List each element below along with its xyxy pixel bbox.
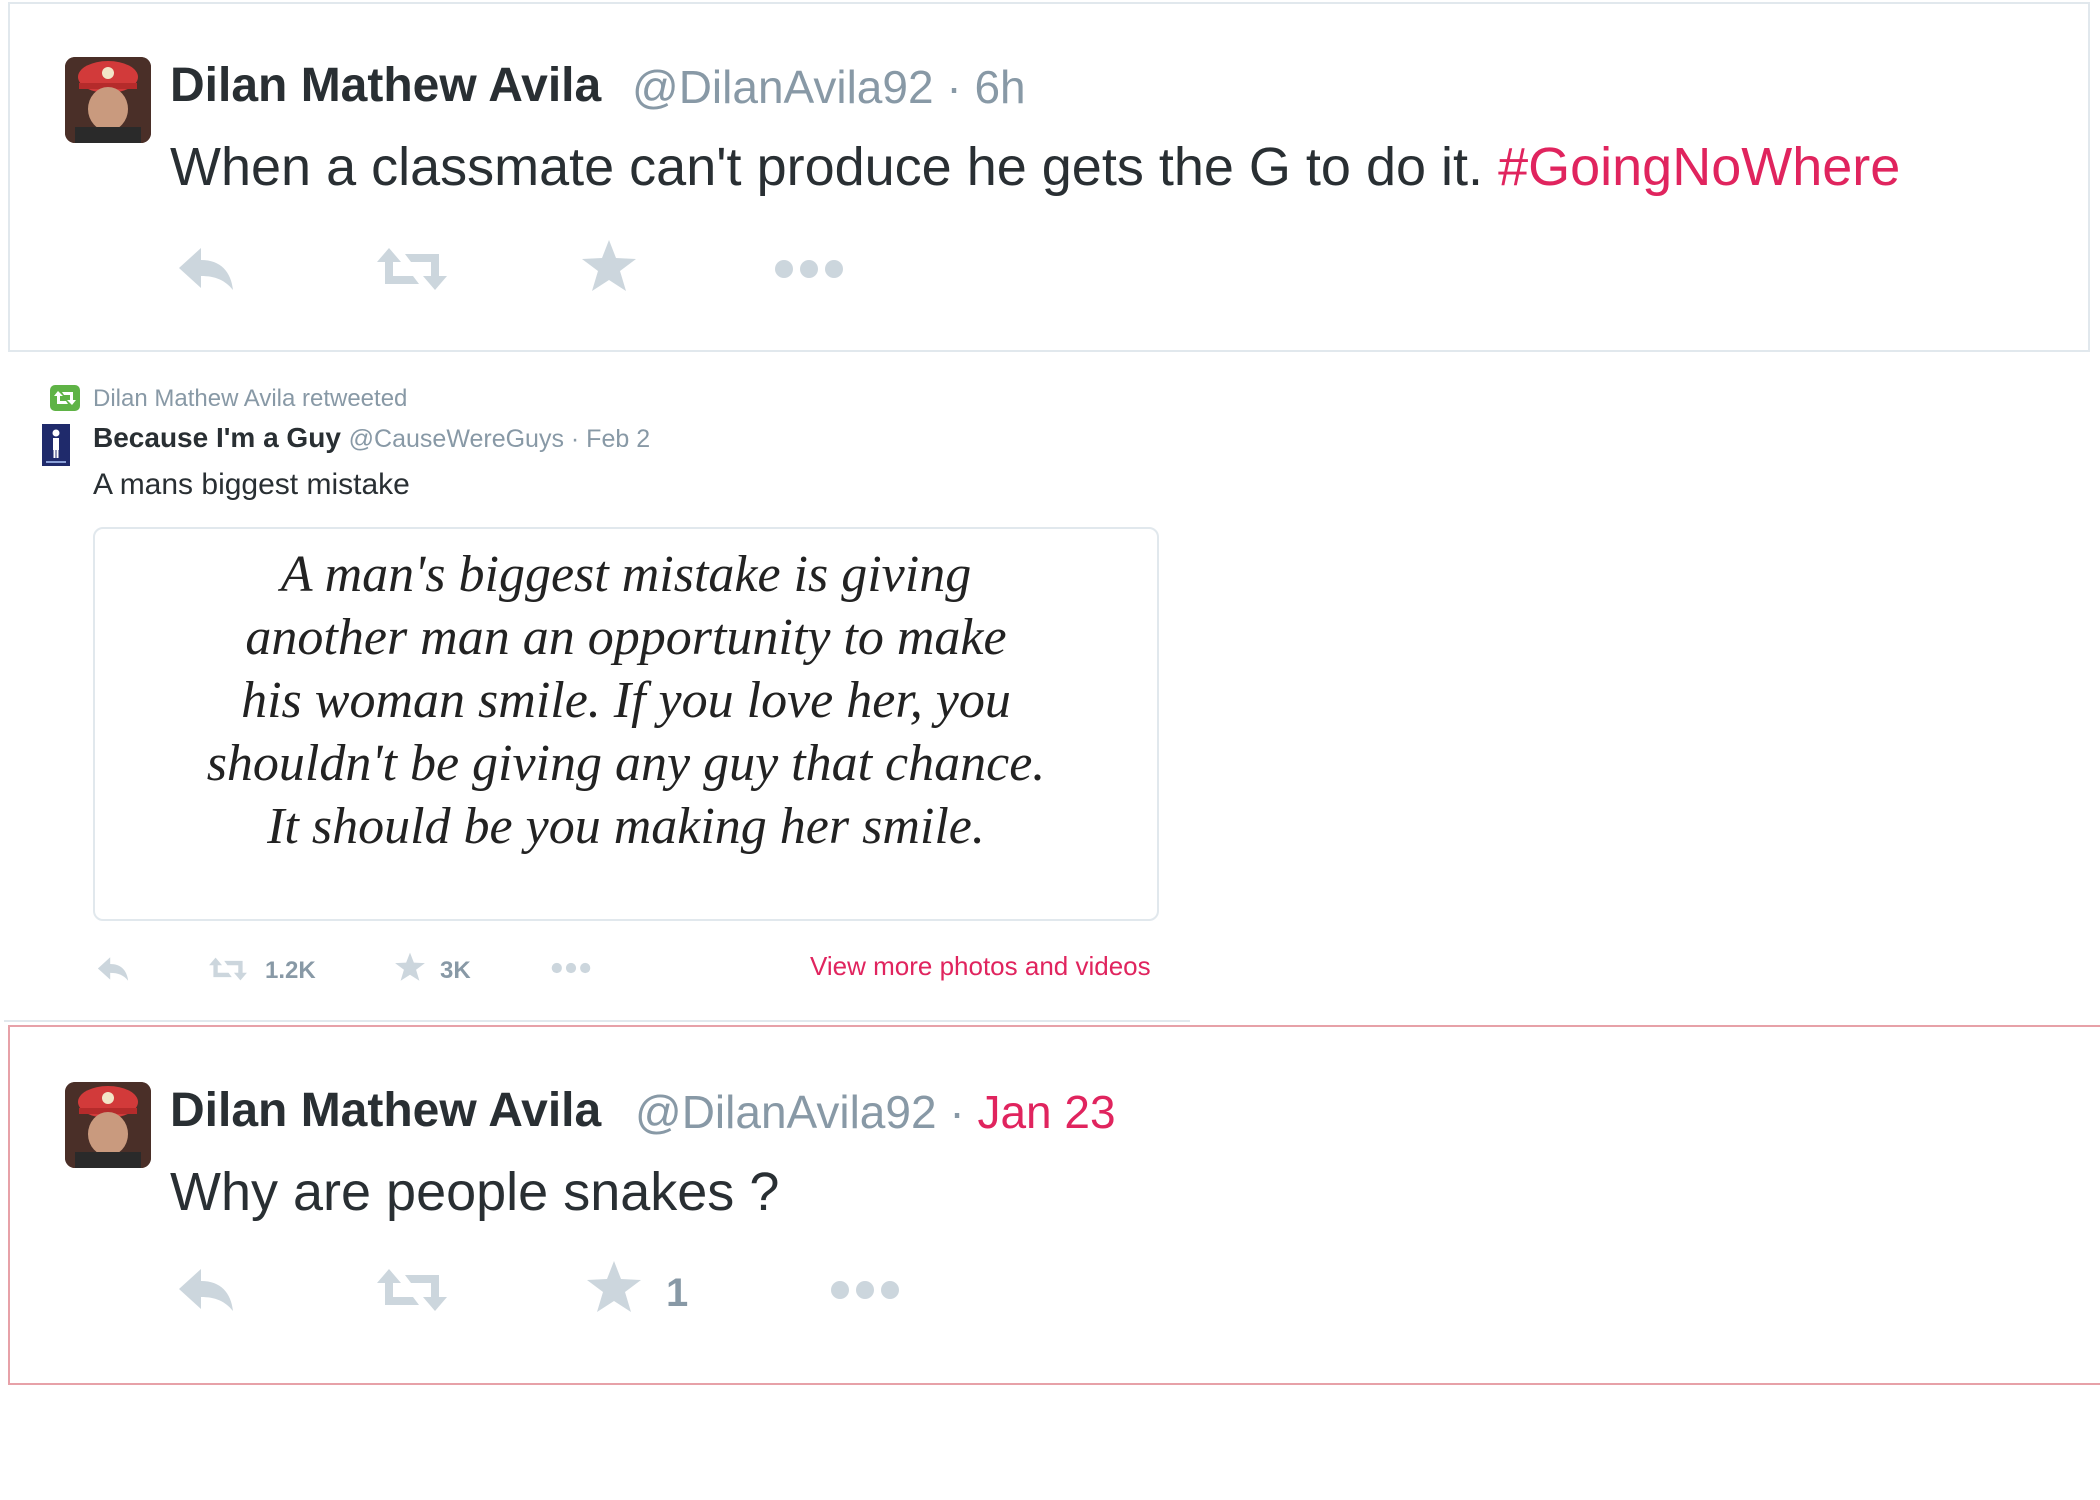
retweet-badge-icon [50,385,80,411]
tweet-card-3[interactable]: Dilan Mathew Avila @DilanAvila92 · Jan 2… [8,1025,2100,1385]
retweet-time[interactable]: Feb 2 [586,425,650,453]
tweet-body: When a classmate can't produce he gets t… [170,137,1484,197]
tweet-card-1[interactable]: Dilan Mathew Avila @DilanAvila92 · 6h Wh… [8,2,2090,352]
more-options-icon[interactable] [550,961,592,975]
favorite-count: 1 [666,1271,689,1315]
favorite-star-icon[interactable] [394,951,426,983]
author-name[interactable]: Dilan Mathew Avila [170,1083,601,1138]
separator-dot: · [563,425,587,453]
media-image-card[interactable]: A man's biggest mistake is giving anothe… [93,527,1159,921]
retweet-context[interactable]: Dilan Mathew Avila retweeted [93,385,407,413]
account-avatar[interactable] [42,424,70,466]
retweet-count: 1.2K [265,957,316,984]
divider [4,1020,1190,1022]
author-handle[interactable]: @DilanAvila92 [635,1086,937,1138]
reply-icon[interactable] [175,1265,237,1315]
separator-dot: · [936,1086,978,1138]
retweet-icon[interactable] [208,955,248,983]
image-quote-line: another man an opportunity to make [245,609,1007,666]
more-options-icon[interactable] [772,257,846,281]
avatar[interactable] [65,57,151,143]
retweet-author-name[interactable]: Because I'm a Guy [93,422,341,453]
reply-icon[interactable] [175,244,237,294]
retweet-author-handle[interactable]: @CauseWereGuys [349,425,564,453]
tweet-time[interactable]: 6h [974,61,1025,113]
retweet-icon[interactable] [375,1265,449,1315]
image-quote-line: A man's biggest mistake is giving [280,546,972,603]
tweet-time[interactable]: Jan 23 [977,1086,1115,1138]
author-name[interactable]: Dilan Mathew Avila [170,58,601,113]
tweet-text: Why are people snakes ? [170,1162,780,1222]
reply-icon[interactable] [95,955,131,983]
image-quote-line: shouldn't be giving any guy that chance. [206,735,1046,792]
author-meta: @DilanAvila92 · Jan 23 [635,1085,1116,1139]
tweet-text: When a classmate can't produce he gets t… [170,136,1900,198]
more-options-icon[interactable] [828,1278,902,1302]
retweet-author-line: Because I'm a Guy @CauseWereGuys · Feb 2 [93,422,650,454]
author-meta: @DilanAvila92 · 6h [632,60,1026,114]
favorite-star-icon[interactable] [580,238,638,294]
hashtag-link[interactable]: #GoingNoWhere [1498,137,1900,197]
author-handle[interactable]: @DilanAvila92 [632,61,934,113]
retweet-icon[interactable] [375,244,449,294]
separator-dot: · [933,61,975,113]
favorite-star-icon[interactable] [585,1259,643,1315]
retweet-text: A mans biggest mistake [93,468,410,501]
avatar[interactable] [65,1082,151,1168]
favorite-count: 3K [440,957,471,984]
image-quote-line: It should be you making her smile. [267,798,985,855]
image-quote-line: his woman smile. If you love her, you [241,672,1011,729]
view-more-media-link[interactable]: View more photos and videos [810,951,1151,982]
